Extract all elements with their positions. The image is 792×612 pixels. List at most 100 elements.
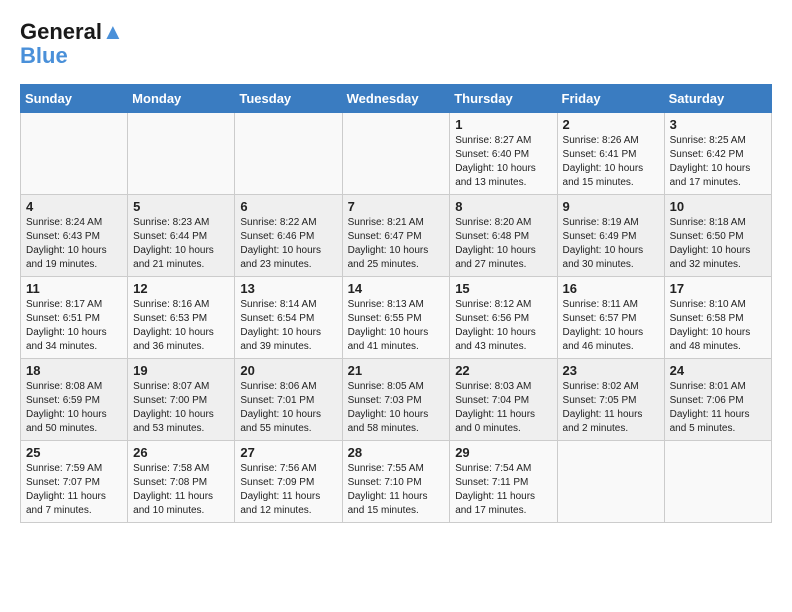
calendar-cell: 16 Sunrise: 8:11 AMSunset: 6:57 PMDayligh… bbox=[557, 277, 664, 359]
calendar-cell: 20 Sunrise: 8:06 AMSunset: 7:01 PMDayligh… bbox=[235, 359, 342, 441]
calendar-cell: 13 Sunrise: 8:14 AMSunset: 6:54 PMDayligh… bbox=[235, 277, 342, 359]
day-number: 1 bbox=[455, 117, 551, 132]
day-number: 13 bbox=[240, 281, 336, 296]
calendar-cell: 5 Sunrise: 8:23 AMSunset: 6:44 PMDaylight… bbox=[128, 195, 235, 277]
day-info: Sunrise: 8:01 AMSunset: 7:06 PMDaylight:… bbox=[670, 380, 766, 436]
day-number: 5 bbox=[133, 199, 229, 214]
weekday-header: Thursday bbox=[450, 85, 557, 113]
calendar-cell bbox=[128, 113, 235, 195]
calendar-cell bbox=[21, 113, 128, 195]
day-number: 24 bbox=[670, 363, 766, 378]
calendar-cell: 29 Sunrise: 7:54 AMSunset: 7:11 PMDayligh… bbox=[450, 441, 557, 523]
day-number: 3 bbox=[670, 117, 766, 132]
calendar-cell: 3 Sunrise: 8:25 AMSunset: 6:42 PMDaylight… bbox=[664, 113, 771, 195]
calendar-cell: 7Sunrise: 8:21 AMSunset: 6:47 PMDaylight… bbox=[342, 195, 450, 277]
day-info: Sunrise: 8:25 AMSunset: 6:42 PMDaylight:… bbox=[670, 134, 766, 190]
day-info: Sunrise: 8:10 AMSunset: 6:58 PMDaylight:… bbox=[670, 298, 766, 354]
calendar-header: SundayMondayTuesdayWednesdayThursdayFrid… bbox=[21, 85, 772, 113]
day-number: 11 bbox=[26, 281, 122, 296]
calendar-cell bbox=[557, 441, 664, 523]
day-number: 29 bbox=[455, 445, 551, 460]
calendar-cell: 26Sunrise: 7:58 AMSunset: 7:08 PMDayligh… bbox=[128, 441, 235, 523]
day-info: Sunrise: 8:24 AMSunset: 6:43 PMDaylight:… bbox=[26, 216, 122, 272]
weekday-header: Saturday bbox=[664, 85, 771, 113]
weekday-header: Sunday bbox=[21, 85, 128, 113]
calendar-week: 11 Sunrise: 8:17 AMSunset: 6:51 PMDayligh… bbox=[21, 277, 772, 359]
day-number: 7 bbox=[348, 199, 445, 214]
calendar-cell: 12 Sunrise: 8:16 AMSunset: 6:53 PMDayligh… bbox=[128, 277, 235, 359]
day-number: 27 bbox=[240, 445, 336, 460]
calendar-cell: 11 Sunrise: 8:17 AMSunset: 6:51 PMDayligh… bbox=[21, 277, 128, 359]
day-number: 14 bbox=[348, 281, 445, 296]
day-number: 19 bbox=[133, 363, 229, 378]
calendar-cell bbox=[342, 113, 450, 195]
day-number: 18 bbox=[26, 363, 122, 378]
day-number: 6 bbox=[240, 199, 336, 214]
day-info: Sunrise: 8:03 AMSunset: 7:04 PMDaylight:… bbox=[455, 380, 551, 436]
calendar-cell: 4 Sunrise: 8:24 AMSunset: 6:43 PMDaylight… bbox=[21, 195, 128, 277]
calendar-cell: 9 Sunrise: 8:19 AMSunset: 6:49 PMDaylight… bbox=[557, 195, 664, 277]
day-number: 10 bbox=[670, 199, 766, 214]
day-number: 25 bbox=[26, 445, 122, 460]
day-info: Sunrise: 8:05 AMSunset: 7:03 PMDaylight:… bbox=[348, 380, 445, 436]
calendar-week: 18 Sunrise: 8:08 AMSunset: 6:59 PMDayligh… bbox=[21, 359, 772, 441]
day-number: 21 bbox=[348, 363, 445, 378]
calendar-cell: 17 Sunrise: 8:10 AMSunset: 6:58 PMDayligh… bbox=[664, 277, 771, 359]
calendar-cell: 15Sunrise: 8:12 AMSunset: 6:56 PMDayligh… bbox=[450, 277, 557, 359]
weekday-header: Wednesday bbox=[342, 85, 450, 113]
day-info: Sunrise: 7:59 AMSunset: 7:07 PMDaylight:… bbox=[26, 462, 122, 518]
day-info: Sunrise: 8:14 AMSunset: 6:54 PMDaylight:… bbox=[240, 298, 336, 354]
day-info: Sunrise: 8:13 AMSunset: 6:55 PMDaylight:… bbox=[348, 298, 445, 354]
day-info: Sunrise: 8:18 AMSunset: 6:50 PMDaylight:… bbox=[670, 216, 766, 272]
calendar-week: 4 Sunrise: 8:24 AMSunset: 6:43 PMDaylight… bbox=[21, 195, 772, 277]
day-info: Sunrise: 8:26 AMSunset: 6:41 PMDaylight:… bbox=[563, 134, 659, 190]
calendar-week: 1 Sunrise: 8:27 AMSunset: 6:40 PMDaylight… bbox=[21, 113, 772, 195]
calendar-cell: 8Sunrise: 8:20 AMSunset: 6:48 PMDaylight… bbox=[450, 195, 557, 277]
calendar-cell: 10 Sunrise: 8:18 AMSunset: 6:50 PMDayligh… bbox=[664, 195, 771, 277]
calendar-cell: 19 Sunrise: 8:07 AMSunset: 7:00 PMDayligh… bbox=[128, 359, 235, 441]
calendar-cell: 23 Sunrise: 8:02 AMSunset: 7:05 PMDayligh… bbox=[557, 359, 664, 441]
calendar-cell bbox=[235, 113, 342, 195]
day-info: Sunrise: 7:54 AMSunset: 7:11 PMDaylight:… bbox=[455, 462, 551, 518]
day-number: 20 bbox=[240, 363, 336, 378]
day-info: Sunrise: 8:11 AMSunset: 6:57 PMDaylight:… bbox=[563, 298, 659, 354]
day-info: Sunrise: 7:55 AMSunset: 7:10 PMDaylight:… bbox=[348, 462, 445, 518]
day-info: Sunrise: 8:20 AMSunset: 6:48 PMDaylight:… bbox=[455, 216, 551, 272]
day-info: Sunrise: 8:08 AMSunset: 6:59 PMDaylight:… bbox=[26, 380, 122, 436]
calendar-table: SundayMondayTuesdayWednesdayThursdayFrid… bbox=[20, 84, 772, 523]
calendar-cell: 18 Sunrise: 8:08 AMSunset: 6:59 PMDayligh… bbox=[21, 359, 128, 441]
calendar-cell: 27 Sunrise: 7:56 AMSunset: 7:09 PMDayligh… bbox=[235, 441, 342, 523]
logo-text: General▲ Blue bbox=[20, 20, 124, 68]
day-number: 22 bbox=[455, 363, 551, 378]
calendar-cell: 14 Sunrise: 8:13 AMSunset: 6:55 PMDayligh… bbox=[342, 277, 450, 359]
day-info: Sunrise: 8:06 AMSunset: 7:01 PMDaylight:… bbox=[240, 380, 336, 436]
day-info: Sunrise: 8:19 AMSunset: 6:49 PMDaylight:… bbox=[563, 216, 659, 272]
day-number: 15 bbox=[455, 281, 551, 296]
day-info: Sunrise: 8:27 AMSunset: 6:40 PMDaylight:… bbox=[455, 134, 551, 190]
calendar-cell: 25 Sunrise: 7:59 AMSunset: 7:07 PMDayligh… bbox=[21, 441, 128, 523]
calendar-cell: 24 Sunrise: 8:01 AMSunset: 7:06 PMDayligh… bbox=[664, 359, 771, 441]
logo: General▲ Blue bbox=[20, 20, 124, 68]
calendar-cell: 2Sunrise: 8:26 AMSunset: 6:41 PMDaylight… bbox=[557, 113, 664, 195]
weekday-header: Monday bbox=[128, 85, 235, 113]
page-header: General▲ Blue bbox=[20, 20, 772, 68]
day-info: Sunrise: 7:56 AMSunset: 7:09 PMDaylight:… bbox=[240, 462, 336, 518]
day-number: 23 bbox=[563, 363, 659, 378]
calendar-cell: 28 Sunrise: 7:55 AMSunset: 7:10 PMDayligh… bbox=[342, 441, 450, 523]
calendar-cell: 22 Sunrise: 8:03 AMSunset: 7:04 PMDayligh… bbox=[450, 359, 557, 441]
calendar-cell: 1 Sunrise: 8:27 AMSunset: 6:40 PMDaylight… bbox=[450, 113, 557, 195]
day-number: 9 bbox=[563, 199, 659, 214]
day-number: 17 bbox=[670, 281, 766, 296]
day-info: Sunrise: 8:02 AMSunset: 7:05 PMDaylight:… bbox=[563, 380, 659, 436]
calendar-cell bbox=[664, 441, 771, 523]
day-info: Sunrise: 8:16 AMSunset: 6:53 PMDaylight:… bbox=[133, 298, 229, 354]
day-number: 16 bbox=[563, 281, 659, 296]
day-number: 4 bbox=[26, 199, 122, 214]
day-number: 28 bbox=[348, 445, 445, 460]
weekday-header: Tuesday bbox=[235, 85, 342, 113]
calendar-week: 25 Sunrise: 7:59 AMSunset: 7:07 PMDayligh… bbox=[21, 441, 772, 523]
day-info: Sunrise: 8:07 AMSunset: 7:00 PMDaylight:… bbox=[133, 380, 229, 436]
day-number: 12 bbox=[133, 281, 229, 296]
day-info: Sunrise: 8:17 AMSunset: 6:51 PMDaylight:… bbox=[26, 298, 122, 354]
day-info: Sunrise: 8:23 AMSunset: 6:44 PMDaylight:… bbox=[133, 216, 229, 272]
